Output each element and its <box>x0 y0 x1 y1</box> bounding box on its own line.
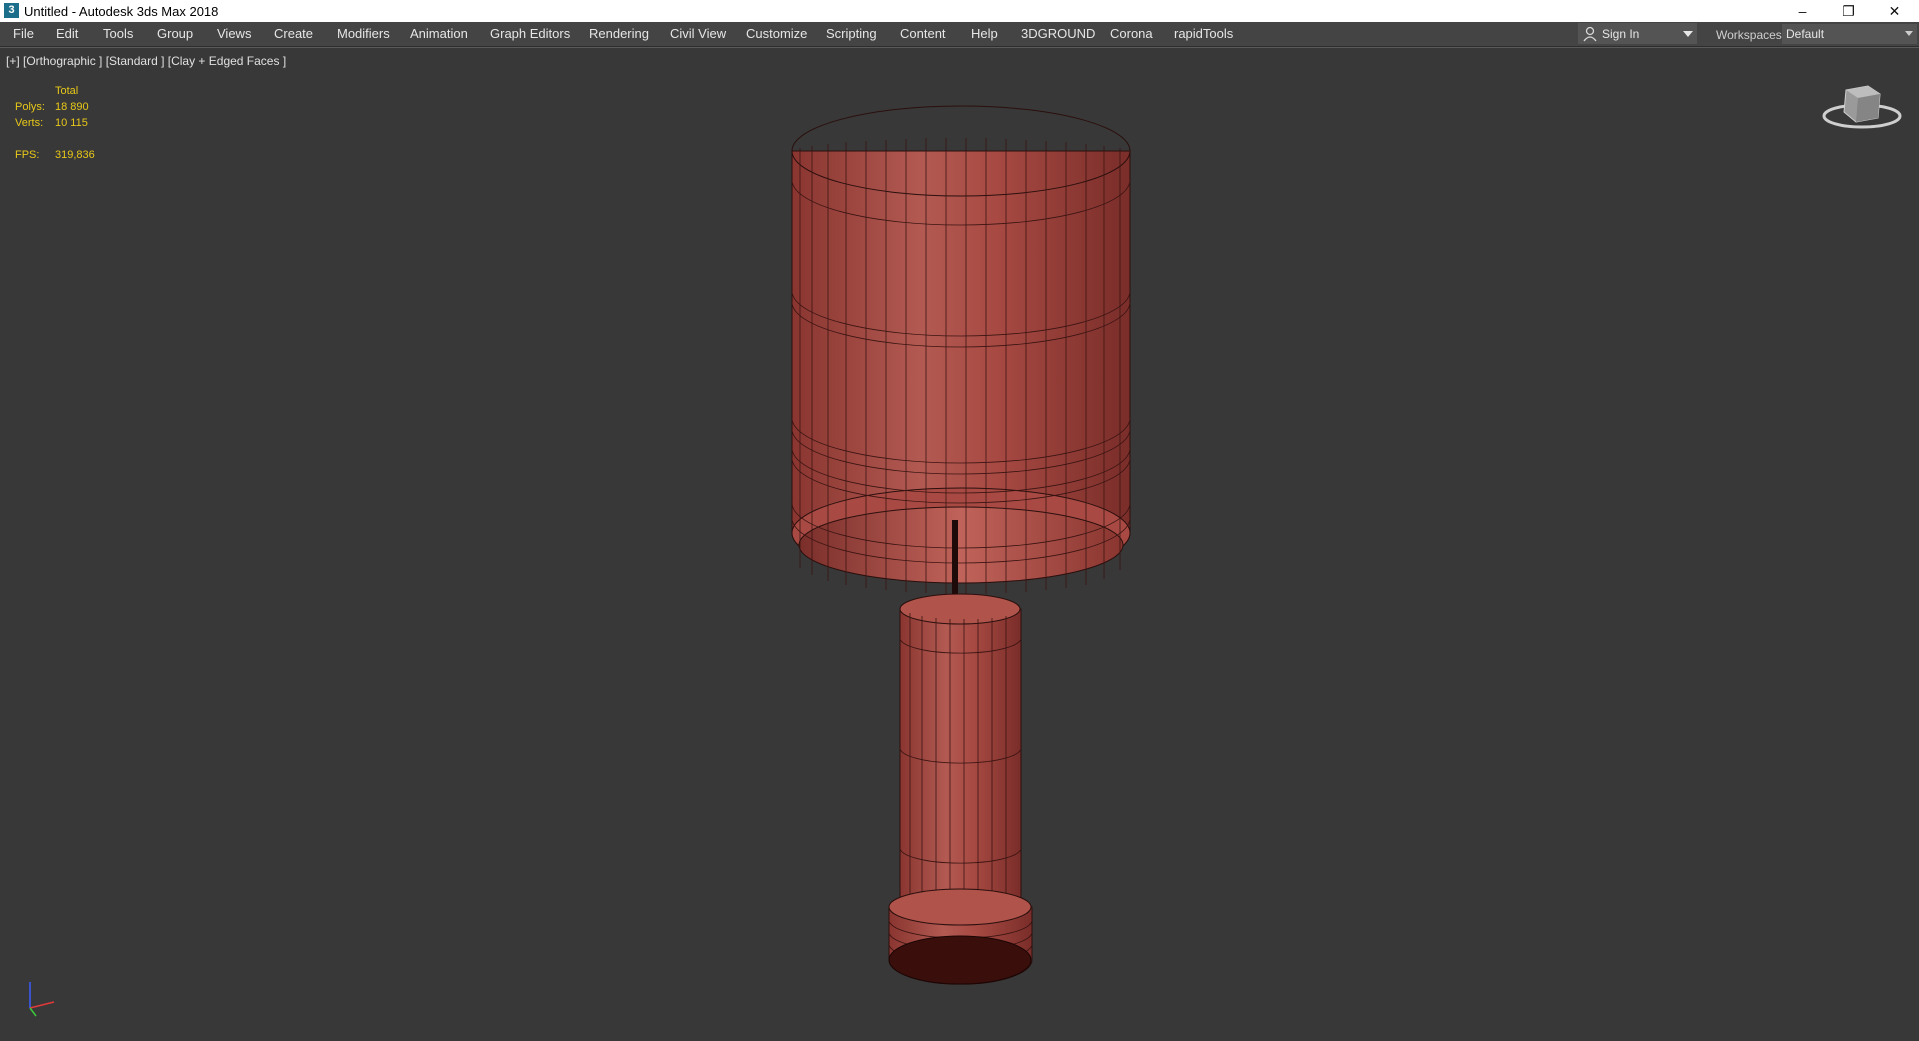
menu-file[interactable]: File <box>13 22 34 46</box>
window-title: Untitled - Autodesk 3ds Max 2018 <box>24 4 219 19</box>
menu-tools[interactable]: Tools <box>103 22 133 46</box>
menu-content[interactable]: Content <box>900 22 946 46</box>
close-icon[interactable]: ✕ <box>1872 0 1917 22</box>
menu-corona[interactable]: Corona <box>1110 22 1153 46</box>
menu-rapidtools[interactable]: rapidTools <box>1174 22 1233 46</box>
3ds-max-icon: 3 <box>4 3 19 18</box>
workspaces-label: Workspaces: <box>1716 28 1786 42</box>
chevron-down-icon <box>1683 31 1693 37</box>
minimize-icon[interactable]: – <box>1780 0 1825 22</box>
cup-cylinder <box>791 105 1131 596</box>
base-cylinder <box>888 888 1033 985</box>
viewport-orthographic[interactable]: [+] [Orthographic ] [Standard ] [Clay + … <box>0 47 1919 1041</box>
menu-create[interactable]: Create <box>274 22 313 46</box>
stem-cylinder <box>899 593 1022 919</box>
menu-edit[interactable]: Edit <box>56 22 78 46</box>
viewcube-icon[interactable] <box>1820 78 1904 138</box>
menu-views[interactable]: Views <box>217 22 251 46</box>
menu-rendering[interactable]: Rendering <box>589 22 649 46</box>
chevron-down-icon <box>1905 31 1913 36</box>
menu-graph-editors[interactable]: Graph Editors <box>490 22 570 46</box>
menu-help[interactable]: Help <box>971 22 998 46</box>
workspaces-select[interactable]: Default <box>1782 24 1917 44</box>
menu-group[interactable]: Group <box>157 22 193 46</box>
user-icon <box>1583 26 1597 42</box>
menu-customize[interactable]: Customize <box>746 22 807 46</box>
menu-3dground[interactable]: 3DGROUND <box>1021 22 1095 46</box>
sign-in-dropdown[interactable]: Sign In <box>1578 23 1697 44</box>
menu-modifiers[interactable]: Modifiers <box>337 22 390 46</box>
restore-icon[interactable]: ❐ <box>1826 0 1871 22</box>
menu-scripting[interactable]: Scripting <box>826 22 877 46</box>
menu-animation[interactable]: Animation <box>410 22 468 46</box>
scene-model[interactable] <box>0 48 1919 1041</box>
title-bar: 3 Untitled - Autodesk 3ds Max 2018 – ❐ ✕ <box>0 0 1919 22</box>
workspaces-value: Default <box>1786 27 1825 41</box>
menu-civil-view[interactable]: Civil View <box>670 22 726 46</box>
sign-in-label: Sign In <box>1602 27 1640 41</box>
axis-tripod-icon <box>29 982 55 1017</box>
